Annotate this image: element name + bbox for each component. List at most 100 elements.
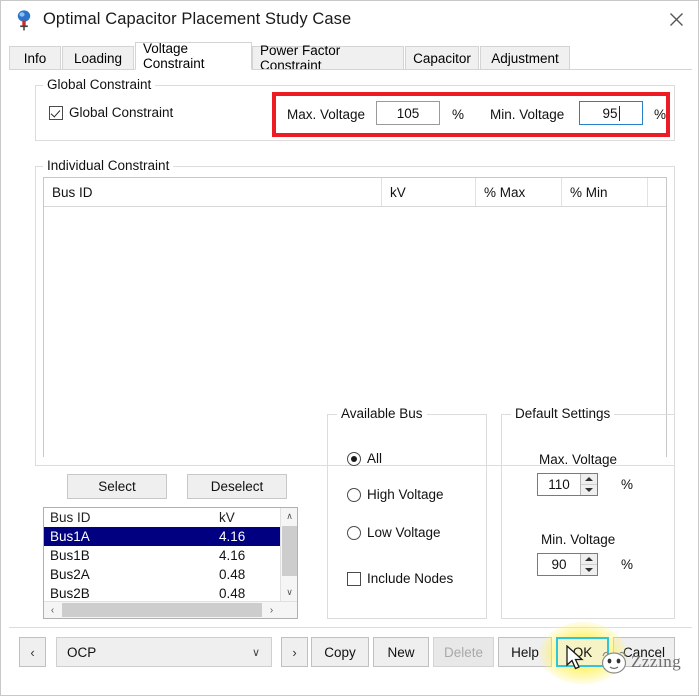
radio-available-bus-high-voltage[interactable]: High Voltage [347,487,444,502]
radio-label: Low Voltage [367,525,441,540]
min-voltage-input[interactable]: 95 [579,101,643,125]
stepper-buttons [580,554,597,575]
tab-label: Voltage Constraint [143,41,244,71]
tab-label: Loading [74,51,122,66]
window-title: Optimal Capacitor Placement Study Case [43,10,351,29]
stepper-up-icon[interactable] [581,474,597,485]
available-bus-legend: Available Bus [337,406,427,421]
cancel-button[interactable]: Cancel [613,637,675,667]
bus-list-header-id: Bus ID [50,510,91,525]
global-constraint-checkbox-label: Global Constraint [69,105,173,120]
table-header-row: Bus ID kV % Max % Min [44,178,666,207]
bus-kv: 0.48 [219,567,245,582]
scroll-right-icon[interactable]: › [263,602,280,618]
radio-label: High Voltage [367,487,444,502]
bus-list-rows: Bus ID kV Bus1A 4.16 Bus1B 4.16 Bus2A 0.… [44,508,280,601]
copy-button[interactable]: Copy [311,637,369,667]
column-header-pct-min[interactable]: % Min [562,178,648,206]
available-bus-group [327,414,487,619]
chevron-down-icon: ∨ [252,646,260,659]
tab-power-factor-constraint[interactable]: Power Factor Constraint [252,46,404,70]
column-header-spacer [648,178,668,206]
column-header-pct-max[interactable]: % Max [476,178,562,206]
capacitor-icon [13,8,35,32]
default-min-voltage-stepper[interactable]: 90 [537,553,598,576]
individual-constraint-legend: Individual Constraint [43,158,173,173]
max-voltage-label: Max. Voltage [287,107,365,122]
study-case-value: OCP [67,645,252,660]
default-max-voltage-value[interactable]: 110 [538,474,580,495]
deselect-button[interactable]: Deselect [187,474,287,499]
tab-content-voltage-constraint: Global Constraint Global Constraint Max.… [9,70,692,627]
checkbox-unchecked-icon [347,572,361,586]
checkbox-checked-icon [49,106,63,120]
tab-voltage-constraint[interactable]: Voltage Constraint [135,42,252,70]
bus-list-header-kv: kV [219,510,235,525]
radio-available-bus-all[interactable]: All [347,451,382,466]
ok-button[interactable]: OK [556,637,609,667]
bus-list-horizontal-scrollbar[interactable]: ‹ › [44,601,297,618]
select-button[interactable]: Select [67,474,167,499]
global-constraint-checkbox[interactable]: Global Constraint [49,105,173,120]
max-voltage-input[interactable]: 105 [376,101,440,125]
min-voltage-label: Min. Voltage [490,107,564,122]
stepper-down-icon[interactable] [581,565,597,575]
bus-kv: 0.48 [219,586,245,601]
stepper-down-icon[interactable] [581,485,597,495]
previous-study-case-button[interactable]: ‹ [19,637,46,667]
next-study-case-button[interactable]: › [281,637,308,667]
scrollbar-thumb-vertical[interactable] [282,526,297,576]
scroll-left-icon[interactable]: ‹ [44,602,61,618]
list-item[interactable]: Bus1A 4.16 [44,527,280,546]
close-icon[interactable] [652,1,699,37]
min-voltage-value: 95 [602,106,617,121]
bus-list-viewport: Bus ID kV Bus1A 4.16 Bus1B 4.16 Bus2A 0.… [44,508,297,601]
tab-label: Adjustment [491,51,559,66]
bus-list-vertical-scrollbar[interactable]: ∧ ∨ [280,508,297,601]
bus-kv: 4.16 [219,529,245,544]
bus-id: Bus1B [50,548,90,563]
global-constraint-legend: Global Constraint [43,77,155,92]
scroll-up-icon[interactable]: ∧ [281,508,297,525]
list-item[interactable]: Bus2A 0.48 [44,565,280,584]
column-header-kv[interactable]: kV [382,178,476,206]
scrollbar-thumb-horizontal[interactable] [62,603,262,617]
stepper-up-icon[interactable] [581,554,597,565]
include-nodes-label: Include Nodes [367,571,453,586]
delete-button: Delete [433,637,494,667]
bus-kv: 4.16 [219,548,245,563]
tab-adjustment[interactable]: Adjustment [480,46,570,70]
tab-label: Info [24,51,47,66]
radio-available-bus-low-voltage[interactable]: Low Voltage [347,525,441,540]
default-max-voltage-stepper[interactable]: 110 [537,473,598,496]
list-item[interactable]: Bus1B 4.16 [44,546,280,565]
bus-list: Bus ID kV Bus1A 4.16 Bus1B 4.16 Bus2A 0.… [43,507,298,619]
scroll-down-icon[interactable]: ∨ [281,584,297,601]
radio-label: All [367,451,382,466]
tab-loading[interactable]: Loading [62,46,134,70]
tab-info[interactable]: Info [9,46,61,70]
column-header-bus-id[interactable]: Bus ID [44,178,382,206]
min-voltage-unit: % [654,107,666,122]
max-voltage-unit: % [452,107,464,122]
new-button[interactable]: New [373,637,429,667]
default-max-voltage-unit: % [621,477,633,492]
default-min-voltage-value[interactable]: 90 [538,554,580,575]
default-min-voltage-label: Min. Voltage [541,532,615,547]
default-min-voltage-unit: % [621,557,633,572]
bus-id: Bus2B [50,586,90,601]
default-settings-group [501,414,675,619]
list-item[interactable]: Bus2B 0.48 [44,584,280,601]
stepper-buttons [580,474,597,495]
max-voltage-value: 105 [397,106,420,121]
include-nodes-checkbox[interactable]: Include Nodes [347,571,453,586]
bus-id: Bus2A [50,567,90,582]
help-button[interactable]: Help [498,637,552,667]
dialog-window: Optimal Capacitor Placement Study Case I… [0,0,699,696]
study-case-dropdown[interactable]: OCP ∨ [56,637,272,667]
bus-id: Bus1A [50,529,90,544]
radio-unselected-icon [347,526,361,540]
bus-list-header-row: Bus ID kV [44,508,280,527]
bottom-toolbar: ‹ OCP ∨ › Copy New Delete Help OK Cancel [9,627,692,689]
tab-capacitor[interactable]: Capacitor [405,46,479,70]
